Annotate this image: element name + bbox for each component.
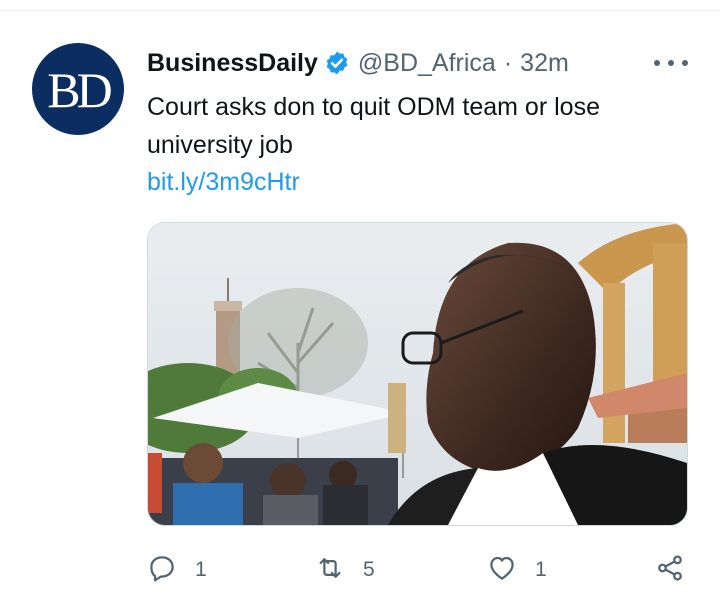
tweet-photo[interactable] [147, 222, 688, 526]
verified-badge-icon [324, 50, 350, 76]
retweet-button[interactable]: 5 [315, 548, 375, 592]
like-icon [487, 553, 517, 588]
retweet-icon [315, 553, 345, 588]
reply-count: 1 [195, 558, 207, 581]
reply-button[interactable]: 1 [147, 548, 207, 592]
user-handle[interactable]: @BD_Africa [358, 49, 496, 78]
more-options-icon[interactable] [654, 52, 688, 74]
like-count: 1 [535, 558, 547, 581]
photo-image [148, 223, 687, 525]
tweet-actions: 1 5 1 [147, 548, 692, 592]
avatar-logo-text: BD [47, 62, 112, 118]
display-name[interactable]: BusinessDaily [147, 49, 318, 78]
separator-dot: · [503, 48, 513, 77]
avatar[interactable]: BD [32, 43, 124, 135]
timestamp[interactable]: 32m [520, 49, 569, 78]
share-icon [655, 553, 685, 588]
share-button[interactable] [655, 548, 685, 592]
like-button[interactable]: 1 [487, 548, 547, 592]
tweet-card[interactable]: BD BusinessDaily @BD_Africa · 32m Court … [0, 0, 720, 601]
reply-icon [147, 553, 177, 588]
tweet-link[interactable]: bit.ly/3m9cHtr [147, 164, 300, 200]
tweet-text: Court asks don to quit ODM team or lose … [147, 93, 600, 159]
tweet-header: BusinessDaily @BD_Africa · 32m [147, 46, 569, 80]
retweet-count: 5 [363, 558, 375, 581]
